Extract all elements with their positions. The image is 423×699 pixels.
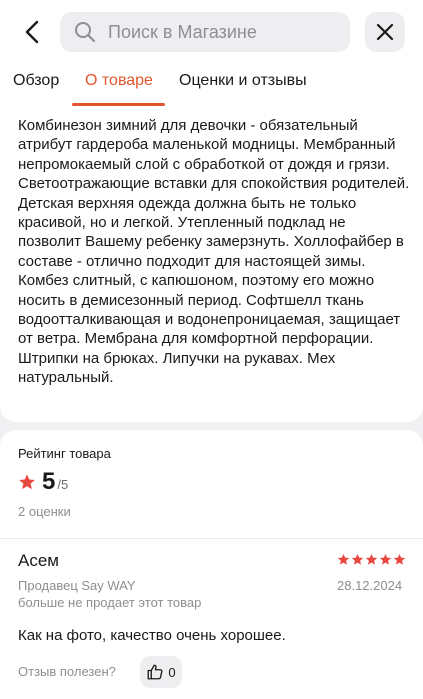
star-icon [19,474,35,490]
divider [0,538,423,539]
search-input[interactable]: Поиск в Магазине [60,12,350,52]
seller-status-note: больше не продает этот товар [18,595,202,610]
top-bar: Поиск в Магазине Обзор О товаре Оценки и… [0,0,423,108]
search-placeholder: Поиск в Магазине [108,21,257,42]
close-icon [376,23,394,41]
description-card: Комбинезон зимний для девочки - обязател… [0,108,423,422]
active-tab-indicator [72,103,165,106]
helpful-button[interactable]: 0 [140,656,182,688]
star-icon [365,553,378,565]
thumbs-up-icon [147,664,163,680]
chevron-left-icon [25,20,39,44]
tab-bar: Обзор О товаре Оценки и отзывы [0,62,423,108]
close-button[interactable] [365,12,405,52]
review-stars [337,553,406,566]
review-author: Асем [18,551,59,570]
rating-count: 2 оценки [18,504,71,519]
star-icon [379,553,392,565]
rating-max: /5 [57,477,69,492]
product-description: Комбинезон зимний для девочки - обязател… [18,117,410,387]
rating-value: 5 [42,468,56,495]
reviews-card: Рейтинг товара 5 /5 2 оценки Асем Продав… [0,430,423,699]
review-date: 28.12.2024 [337,578,403,593]
tab-overview[interactable]: Обзор [13,72,59,90]
helpful-label: Отзыв полезен? [18,664,116,679]
review-seller: Продавец Say WAY [18,578,136,593]
search-icon [75,22,96,43]
star-icon [393,553,406,565]
rating-title: Рейтинг товара [18,446,111,461]
review-text: Как на фото, качество очень хорошее. [18,627,286,644]
star-icon [337,553,350,565]
rating-summary: 5 /5 [18,468,68,496]
tab-ratings-reviews[interactable]: Оценки и отзывы [179,72,307,90]
helpful-count: 0 [168,664,176,680]
star-icon [351,553,364,565]
tab-about-product[interactable]: О товаре [85,72,153,90]
back-button[interactable] [14,14,50,50]
